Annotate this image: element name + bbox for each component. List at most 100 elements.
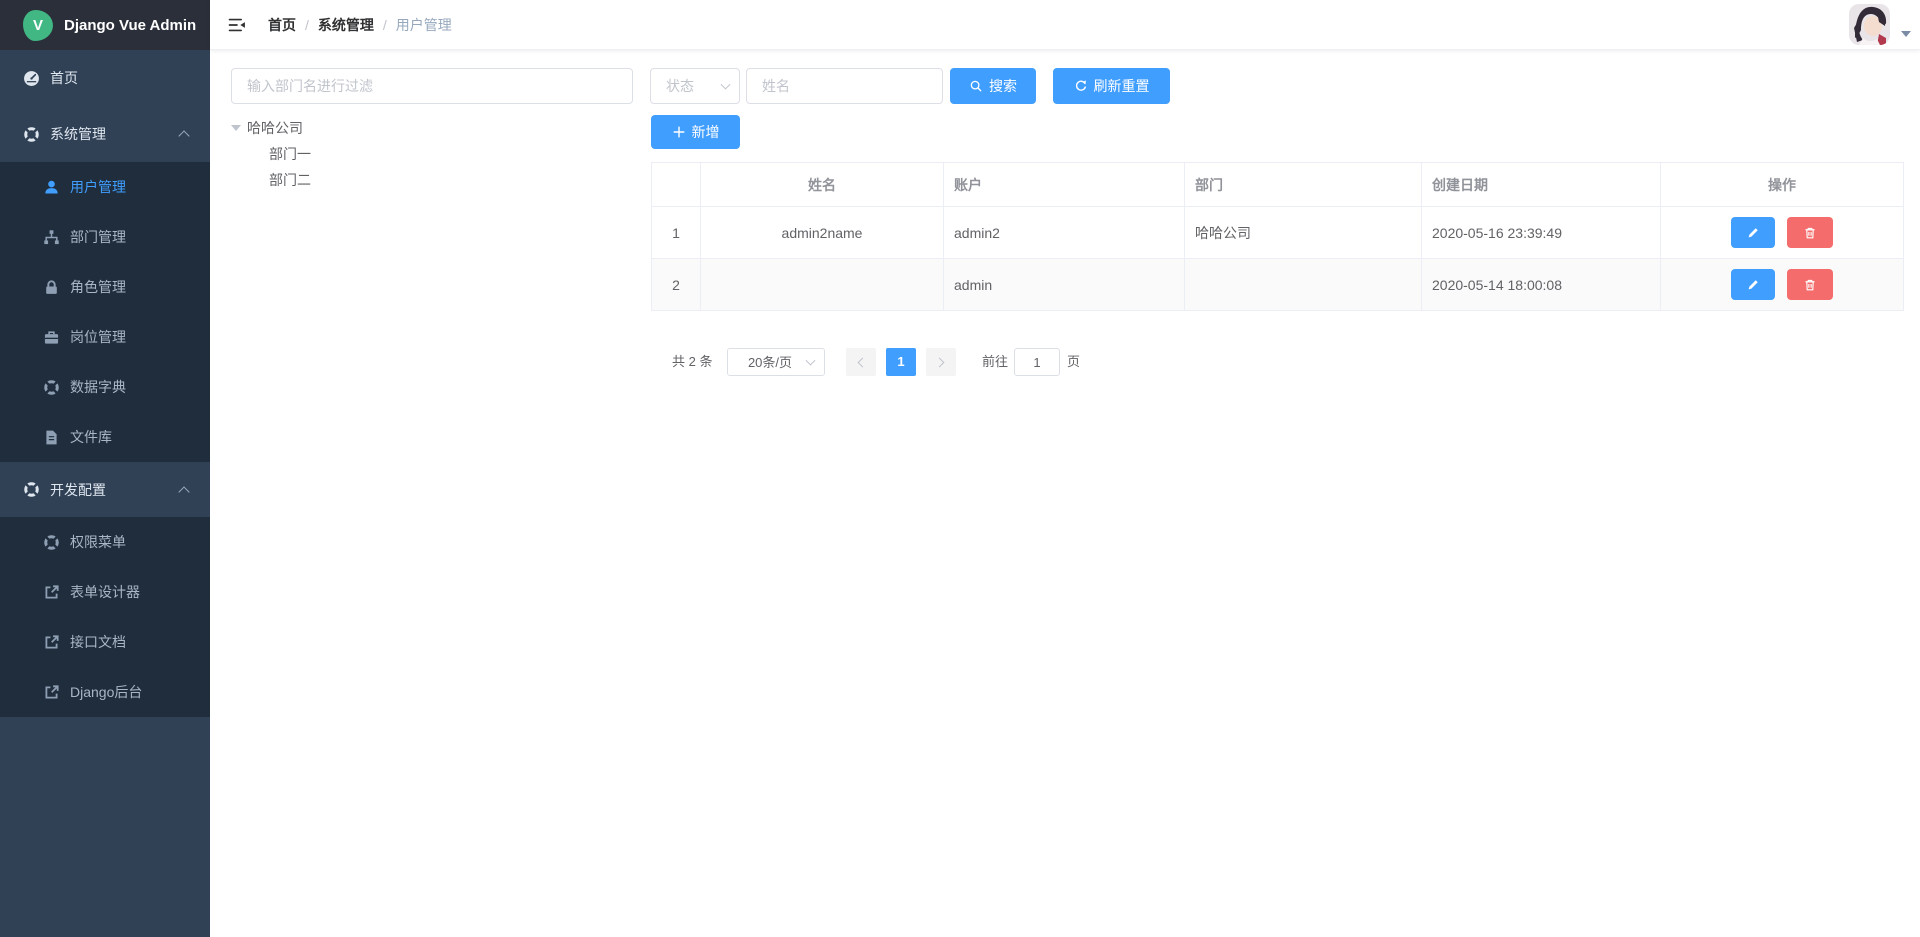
row-delete-button[interactable] bbox=[1787, 269, 1833, 300]
trash-icon bbox=[1803, 278, 1817, 292]
sidebar-group-label: 开发配置 bbox=[50, 480, 106, 500]
component-icon bbox=[23, 126, 40, 143]
sidebar-item-dictionary[interactable]: 数据字典 bbox=[0, 362, 210, 412]
app-title: Django Vue Admin bbox=[64, 17, 196, 34]
app-logo[interactable]: V Django Vue Admin bbox=[0, 0, 210, 50]
breadcrumb-separator: / bbox=[305, 17, 309, 33]
sidebar-item-form-designer[interactable]: 表单设计器 bbox=[0, 567, 210, 617]
caret-down-icon[interactable] bbox=[1901, 31, 1911, 37]
external-link-icon bbox=[43, 634, 60, 651]
sidebar-item-label: 用户管理 bbox=[70, 177, 126, 197]
table-row: 1 admin2name admin2 哈哈公司 2020-05-16 23:3… bbox=[652, 207, 1904, 259]
sidebar-item-label: 表单设计器 bbox=[70, 582, 140, 602]
sidebar-item-django-admin[interactable]: Django后台 bbox=[0, 667, 210, 717]
sidebar: V Django Vue Admin 首页 系统管理 bbox=[0, 0, 210, 937]
plus-icon bbox=[672, 125, 686, 139]
cell-account: admin2 bbox=[944, 207, 1185, 259]
add-button-label: 新增 bbox=[692, 122, 720, 142]
sidebar-item-users[interactable]: 用户管理 bbox=[0, 162, 210, 212]
sidebar-submenu-system: 用户管理 部门管理 角色管理 bbox=[0, 162, 210, 462]
refresh-reset-button[interactable]: 刷新重置 bbox=[1053, 68, 1170, 104]
col-header-account: 账户 bbox=[944, 163, 1185, 207]
breadcrumb-system[interactable]: 系统管理 bbox=[318, 15, 374, 35]
cell-account: admin bbox=[944, 259, 1185, 311]
refresh-reset-button-label: 刷新重置 bbox=[1094, 76, 1150, 96]
sidebar-group-label: 系统管理 bbox=[50, 124, 106, 144]
page-size-select[interactable]: 20条/页 bbox=[727, 348, 825, 376]
chevron-left-icon bbox=[858, 357, 868, 367]
sidebar-item-roles[interactable]: 角色管理 bbox=[0, 262, 210, 312]
sidebar-item-label: Django后台 bbox=[70, 682, 142, 702]
tree-node-dept1[interactable]: 部门一 bbox=[269, 141, 311, 167]
vue-logo-icon: V bbox=[23, 10, 53, 41]
component-icon bbox=[23, 481, 40, 498]
sidebar-submenu-devconfig: 权限菜单 表单设计器 接口文档 bbox=[0, 517, 210, 717]
status-select[interactable]: 状态 bbox=[650, 68, 740, 104]
chevron-up-icon bbox=[178, 486, 189, 497]
org-tree-icon bbox=[43, 229, 60, 246]
tree-node-dept2[interactable]: 部门二 bbox=[269, 167, 311, 193]
row-edit-button[interactable] bbox=[1731, 217, 1775, 248]
col-header-dept: 部门 bbox=[1185, 163, 1422, 207]
pagination-page-1[interactable]: 1 bbox=[886, 348, 916, 376]
sidebar-item-label: 文件库 bbox=[70, 427, 112, 447]
search-icon bbox=[969, 79, 983, 93]
cell-index: 2 bbox=[652, 259, 701, 311]
pagination-goto-field bbox=[1014, 348, 1060, 376]
row-delete-button[interactable] bbox=[1787, 217, 1833, 248]
cell-name bbox=[701, 259, 944, 311]
file-icon bbox=[43, 429, 60, 446]
row-edit-button[interactable] bbox=[1731, 269, 1775, 300]
breadcrumb: 首页 / 系统管理 / 用户管理 bbox=[268, 0, 452, 50]
cell-name: admin2name bbox=[701, 207, 944, 259]
status-select-value: 状态 bbox=[666, 76, 694, 96]
app-root: V Django Vue Admin 首页 系统管理 bbox=[0, 0, 1920, 937]
cell-created: 2020-05-14 18:00:08 bbox=[1422, 259, 1661, 311]
lock-icon bbox=[43, 279, 60, 296]
cell-dept bbox=[1185, 259, 1422, 311]
breadcrumb-home[interactable]: 首页 bbox=[268, 15, 296, 35]
col-header-created: 创建日期 bbox=[1422, 163, 1661, 207]
sidebar-item-files[interactable]: 文件库 bbox=[0, 412, 210, 462]
sidebar-item-home[interactable]: 首页 bbox=[0, 50, 210, 106]
page-size-value: 20条/页 bbox=[748, 355, 792, 370]
sidebar-filler bbox=[0, 717, 210, 937]
pagination-goto-input[interactable] bbox=[1015, 350, 1059, 376]
chevron-down-icon bbox=[721, 80, 731, 90]
sidebar-item-posts[interactable]: 岗位管理 bbox=[0, 312, 210, 362]
logo-letter: V bbox=[33, 17, 43, 34]
sidebar-toggle-icon[interactable] bbox=[227, 15, 247, 35]
search-button[interactable]: 搜索 bbox=[950, 68, 1036, 104]
add-button[interactable]: 新增 bbox=[651, 115, 740, 149]
sidebar-item-label: 部门管理 bbox=[70, 227, 126, 247]
breadcrumb-current: 用户管理 bbox=[396, 15, 452, 35]
tree-node-company[interactable]: 哈哈公司 bbox=[231, 115, 303, 141]
sidebar-group-devconfig[interactable]: 开发配置 bbox=[0, 462, 210, 517]
chevron-right-icon bbox=[935, 357, 945, 367]
edit-pencil-icon bbox=[1746, 226, 1760, 240]
row-actions bbox=[1671, 269, 1893, 300]
chevron-up-icon bbox=[178, 130, 189, 141]
tree-node-label: 哈哈公司 bbox=[247, 118, 303, 138]
name-filter-input[interactable] bbox=[762, 78, 927, 94]
tree-expand-icon[interactable] bbox=[231, 125, 241, 131]
trash-icon bbox=[1803, 226, 1817, 240]
avatar[interactable] bbox=[1849, 4, 1890, 45]
row-actions bbox=[1671, 217, 1893, 248]
user-icon bbox=[43, 179, 60, 196]
breadcrumb-separator: / bbox=[383, 17, 387, 33]
pagination-page-unit: 页 bbox=[1067, 348, 1080, 376]
sidebar-item-departments[interactable]: 部门管理 bbox=[0, 212, 210, 262]
component-icon bbox=[43, 379, 60, 396]
sidebar-menu: 首页 系统管理 用户管理 bbox=[0, 50, 210, 937]
pagination-next-button[interactable] bbox=[926, 348, 956, 376]
chevron-down-icon bbox=[806, 356, 816, 366]
dept-filter-input[interactable] bbox=[247, 78, 617, 94]
sidebar-item-label: 接口文档 bbox=[70, 632, 126, 652]
table-header-row: 姓名 账户 部门 创建日期 操作 bbox=[652, 163, 1904, 207]
tree-node-label: 部门一 bbox=[269, 144, 311, 164]
sidebar-group-system[interactable]: 系统管理 bbox=[0, 106, 210, 162]
sidebar-item-permission-menu[interactable]: 权限菜单 bbox=[0, 517, 210, 567]
pagination-prev-button[interactable] bbox=[846, 348, 876, 376]
sidebar-item-api-docs[interactable]: 接口文档 bbox=[0, 617, 210, 667]
